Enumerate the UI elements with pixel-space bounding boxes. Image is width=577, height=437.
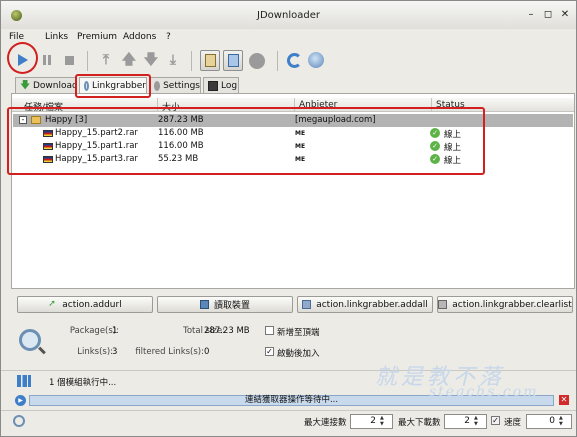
max-downloads-label: 最大下載數: [398, 418, 441, 428]
speed-value: 0: [549, 416, 555, 426]
refresh-icon[interactable]: [287, 53, 302, 68]
max-downloads-spinner[interactable]: 2 ▲ ▼: [444, 414, 487, 429]
green-arrow-icon: ➚: [48, 299, 56, 309]
max-connections-label: 最大連接數: [304, 418, 347, 428]
gear-icon: [154, 80, 161, 91]
packages-value: 1: [112, 326, 118, 336]
spinner-arrows-icon[interactable]: ▲ ▼: [559, 415, 569, 428]
max-connections-value: 2: [370, 416, 376, 426]
resume-task-icon[interactable]: ▶: [15, 395, 26, 406]
auto-add-checkbox[interactable]: ✓: [265, 347, 274, 356]
premium-gear-icon[interactable]: [249, 53, 265, 69]
reconnect-toggle[interactable]: [223, 50, 243, 71]
stop-icon: [64, 55, 74, 65]
move-bottom-button[interactable]: ⤓: [164, 51, 182, 69]
tab-download-label: Download: [33, 80, 78, 91]
move-top-icon: ⤒: [102, 52, 110, 68]
container-icon: [199, 300, 209, 309]
add-all-label: action.linkgrabber.addall: [316, 299, 428, 310]
close-icon[interactable]: ✕: [559, 9, 571, 21]
watermark: 就是教不落 steachs.com: [369, 359, 569, 407]
clear-list-label: action.linkgrabber.clearlist: [452, 299, 572, 310]
add-all-button[interactable]: action.linkgrabber.addall: [297, 296, 433, 313]
highlight-linkgrabber-tab: [75, 74, 151, 98]
tab-settings-label: Settings: [163, 80, 200, 91]
clipboard-icon: [205, 54, 216, 67]
download-arrow-icon: 🡇: [20, 79, 31, 91]
magnifier-icon: [19, 329, 41, 351]
tab-settings[interactable]: Settings: [149, 77, 201, 93]
move-up-icon: 🡅: [121, 52, 137, 68]
filtered-links-value: 0: [204, 347, 210, 357]
menu-addons[interactable]: Addons: [123, 32, 156, 42]
modules-icon: [17, 375, 31, 387]
add-url-label: action.addurl: [62, 299, 122, 310]
window-title: JDownloader: [257, 10, 320, 21]
add-to-top-checkbox[interactable]: [265, 326, 274, 335]
move-top-button[interactable]: ⤒: [97, 51, 115, 69]
tab-log[interactable]: Log: [203, 77, 239, 93]
tab-log-label: Log: [221, 80, 238, 91]
clear-list-button[interactable]: action.linkgrabber.clearlist: [437, 296, 573, 313]
move-up-button[interactable]: 🡅: [120, 51, 138, 69]
load-container-button[interactable]: 讀取裝置: [157, 296, 293, 313]
links-value: 3: [112, 347, 118, 357]
add-all-icon: [302, 300, 312, 309]
speed-label: 速度: [504, 418, 522, 428]
spinner-arrows-icon[interactable]: ▲ ▼: [474, 415, 484, 428]
maximize-icon[interactable]: ◻: [542, 9, 554, 21]
highlight-link-list: [7, 107, 485, 175]
title-bar: JDownloader – ◻ ✕: [1, 1, 576, 29]
toolbar: ⤒ 🡅 🡇 ⤓: [1, 45, 576, 77]
minimize-icon[interactable]: –: [525, 9, 537, 21]
running-modules-text: 1 個模組執行中...: [49, 378, 117, 388]
status-bar: 最大連接數 2 ▲ ▼ 最大下載數 2 ▲ ▼ ✓ 速度 0 ▲ ▼: [1, 410, 576, 436]
reconnect-icon: [228, 54, 239, 67]
links-label: Links(s):: [77, 347, 113, 357]
add-to-top-label: 新增至頂端: [277, 328, 320, 338]
highlight-start-button: [7, 42, 38, 74]
watermark-url: steachs.com: [429, 384, 539, 400]
stop-button[interactable]: [60, 51, 78, 69]
add-url-button[interactable]: ➚ action.addurl: [17, 296, 153, 313]
menu-file[interactable]: File: [9, 32, 24, 42]
clipboard-toggle[interactable]: [200, 50, 220, 71]
load-container-label: 讀取裝置: [213, 301, 250, 311]
pause-icon: [43, 55, 46, 65]
menu-help[interactable]: ?: [166, 32, 171, 42]
packages-label: Package(s):: [69, 326, 119, 336]
move-bottom-icon: ⤓: [169, 52, 177, 68]
spinner-arrows-icon[interactable]: ▲ ▼: [380, 415, 390, 428]
app-window: JDownloader – ◻ ✕ File Links Premium Add…: [0, 0, 577, 437]
move-down-button[interactable]: 🡇: [142, 51, 160, 69]
max-connections-spinner[interactable]: 2 ▲ ▼: [350, 414, 393, 429]
clear-list-icon: [438, 300, 448, 309]
move-down-icon: 🡇: [143, 52, 159, 68]
speed-limit-checkbox[interactable]: ✓: [491, 416, 500, 425]
menu-bar: File Links Premium Addons ?: [1, 29, 576, 45]
grab-status-icon: [13, 415, 25, 427]
tab-download[interactable]: 🡇 Download: [15, 77, 78, 93]
terminal-icon: [208, 80, 218, 91]
pause-button[interactable]: [38, 51, 56, 69]
menu-links[interactable]: Links: [45, 32, 68, 42]
speed-spinner[interactable]: 0 ▲ ▼: [526, 414, 572, 429]
network-icon[interactable]: [308, 52, 324, 68]
total-size-value: 287.23 MB: [204, 326, 250, 336]
auto-add-label: 啟動後加入: [277, 349, 320, 359]
filtered-links-label: filtered Links(s):: [135, 347, 204, 357]
menu-premium[interactable]: Premium: [77, 32, 117, 42]
max-downloads-value: 2: [464, 416, 470, 426]
